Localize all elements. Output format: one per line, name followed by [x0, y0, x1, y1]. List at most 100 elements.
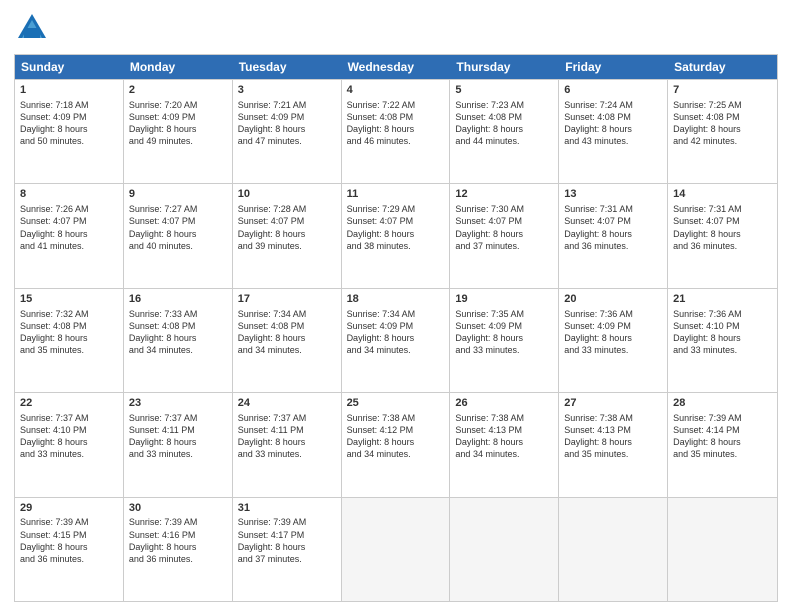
daylight-minutes-18: and 34 minutes.	[347, 344, 445, 356]
calendar-cell-4: 4Sunrise: 7:22 AMSunset: 4:08 PMDaylight…	[342, 80, 451, 183]
daylight-label-6: Daylight: 8 hours	[564, 123, 662, 135]
sunrise-28: Sunrise: 7:39 AM	[673, 412, 772, 424]
calendar-cell-2: 2Sunrise: 7:20 AMSunset: 4:09 PMDaylight…	[124, 80, 233, 183]
calendar-row-2: 15Sunrise: 7:32 AMSunset: 4:08 PMDayligh…	[15, 288, 777, 392]
calendar-cell-18: 18Sunrise: 7:34 AMSunset: 4:09 PMDayligh…	[342, 289, 451, 392]
day-number-30: 30	[129, 501, 227, 516]
calendar-cell-30: 30Sunrise: 7:39 AMSunset: 4:16 PMDayligh…	[124, 498, 233, 601]
sunset-4: Sunset: 4:08 PM	[347, 111, 445, 123]
sunset-18: Sunset: 4:09 PM	[347, 320, 445, 332]
daylight-minutes-14: and 36 minutes.	[673, 240, 772, 252]
daylight-label-11: Daylight: 8 hours	[347, 228, 445, 240]
daylight-label-1: Daylight: 8 hours	[20, 123, 118, 135]
sunset-6: Sunset: 4:08 PM	[564, 111, 662, 123]
day-number-25: 25	[347, 396, 445, 411]
daylight-minutes-29: and 36 minutes.	[20, 553, 118, 565]
daylight-minutes-5: and 44 minutes.	[455, 135, 553, 147]
daylight-minutes-10: and 39 minutes.	[238, 240, 336, 252]
daylight-minutes-23: and 33 minutes.	[129, 448, 227, 460]
daylight-label-26: Daylight: 8 hours	[455, 436, 553, 448]
daylight-minutes-24: and 33 minutes.	[238, 448, 336, 460]
calendar-body: 1Sunrise: 7:18 AMSunset: 4:09 PMDaylight…	[15, 79, 777, 601]
sunrise-26: Sunrise: 7:38 AM	[455, 412, 553, 424]
daylight-label-3: Daylight: 8 hours	[238, 123, 336, 135]
daylight-minutes-28: and 35 minutes.	[673, 448, 772, 460]
header-day-friday: Friday	[559, 55, 668, 79]
daylight-minutes-19: and 33 minutes.	[455, 344, 553, 356]
day-number-19: 19	[455, 292, 553, 307]
sunrise-7: Sunrise: 7:25 AM	[673, 99, 772, 111]
daylight-label-7: Daylight: 8 hours	[673, 123, 772, 135]
daylight-minutes-4: and 46 minutes.	[347, 135, 445, 147]
daylight-minutes-8: and 41 minutes.	[20, 240, 118, 252]
sunrise-18: Sunrise: 7:34 AM	[347, 308, 445, 320]
sunset-5: Sunset: 4:08 PM	[455, 111, 553, 123]
header-day-tuesday: Tuesday	[233, 55, 342, 79]
daylight-minutes-9: and 40 minutes.	[129, 240, 227, 252]
daylight-minutes-6: and 43 minutes.	[564, 135, 662, 147]
sunset-1: Sunset: 4:09 PM	[20, 111, 118, 123]
sunrise-24: Sunrise: 7:37 AM	[238, 412, 336, 424]
daylight-minutes-13: and 36 minutes.	[564, 240, 662, 252]
calendar-row-4: 29Sunrise: 7:39 AMSunset: 4:15 PMDayligh…	[15, 497, 777, 601]
daylight-label-19: Daylight: 8 hours	[455, 332, 553, 344]
daylight-label-28: Daylight: 8 hours	[673, 436, 772, 448]
logo	[14, 10, 56, 46]
sunset-24: Sunset: 4:11 PM	[238, 424, 336, 436]
sunset-7: Sunset: 4:08 PM	[673, 111, 772, 123]
calendar-header: SundayMondayTuesdayWednesdayThursdayFrid…	[15, 55, 777, 79]
sunrise-11: Sunrise: 7:29 AM	[347, 203, 445, 215]
daylight-minutes-30: and 36 minutes.	[129, 553, 227, 565]
sunset-29: Sunset: 4:15 PM	[20, 529, 118, 541]
daylight-label-10: Daylight: 8 hours	[238, 228, 336, 240]
day-number-7: 7	[673, 83, 772, 98]
daylight-label-21: Daylight: 8 hours	[673, 332, 772, 344]
daylight-label-12: Daylight: 8 hours	[455, 228, 553, 240]
calendar-row-1: 8Sunrise: 7:26 AMSunset: 4:07 PMDaylight…	[15, 183, 777, 287]
header-day-thursday: Thursday	[450, 55, 559, 79]
day-number-1: 1	[20, 83, 118, 98]
daylight-minutes-12: and 37 minutes.	[455, 240, 553, 252]
day-number-16: 16	[129, 292, 227, 307]
daylight-minutes-21: and 33 minutes.	[673, 344, 772, 356]
day-number-9: 9	[129, 187, 227, 202]
sunset-28: Sunset: 4:14 PM	[673, 424, 772, 436]
logo-icon	[14, 10, 50, 46]
day-number-17: 17	[238, 292, 336, 307]
sunset-21: Sunset: 4:10 PM	[673, 320, 772, 332]
day-number-6: 6	[564, 83, 662, 98]
sunrise-30: Sunrise: 7:39 AM	[129, 516, 227, 528]
calendar-cell-empty-4-5	[559, 498, 668, 601]
sunrise-13: Sunrise: 7:31 AM	[564, 203, 662, 215]
daylight-label-18: Daylight: 8 hours	[347, 332, 445, 344]
day-number-11: 11	[347, 187, 445, 202]
day-number-3: 3	[238, 83, 336, 98]
sunrise-31: Sunrise: 7:39 AM	[238, 516, 336, 528]
sunset-16: Sunset: 4:08 PM	[129, 320, 227, 332]
calendar-row-3: 22Sunrise: 7:37 AMSunset: 4:10 PMDayligh…	[15, 392, 777, 496]
day-number-14: 14	[673, 187, 772, 202]
sunrise-2: Sunrise: 7:20 AM	[129, 99, 227, 111]
day-number-8: 8	[20, 187, 118, 202]
sunrise-19: Sunrise: 7:35 AM	[455, 308, 553, 320]
sunrise-27: Sunrise: 7:38 AM	[564, 412, 662, 424]
sunset-14: Sunset: 4:07 PM	[673, 215, 772, 227]
sunset-2: Sunset: 4:09 PM	[129, 111, 227, 123]
daylight-minutes-20: and 33 minutes.	[564, 344, 662, 356]
day-number-13: 13	[564, 187, 662, 202]
sunset-22: Sunset: 4:10 PM	[20, 424, 118, 436]
sunset-12: Sunset: 4:07 PM	[455, 215, 553, 227]
sunrise-23: Sunrise: 7:37 AM	[129, 412, 227, 424]
sunset-10: Sunset: 4:07 PM	[238, 215, 336, 227]
day-number-20: 20	[564, 292, 662, 307]
sunrise-3: Sunrise: 7:21 AM	[238, 99, 336, 111]
calendar-cell-9: 9Sunrise: 7:27 AMSunset: 4:07 PMDaylight…	[124, 184, 233, 287]
daylight-minutes-3: and 47 minutes.	[238, 135, 336, 147]
calendar-cell-27: 27Sunrise: 7:38 AMSunset: 4:13 PMDayligh…	[559, 393, 668, 496]
calendar-cell-15: 15Sunrise: 7:32 AMSunset: 4:08 PMDayligh…	[15, 289, 124, 392]
daylight-label-20: Daylight: 8 hours	[564, 332, 662, 344]
sunrise-8: Sunrise: 7:26 AM	[20, 203, 118, 215]
calendar-row-0: 1Sunrise: 7:18 AMSunset: 4:09 PMDaylight…	[15, 79, 777, 183]
sunset-19: Sunset: 4:09 PM	[455, 320, 553, 332]
calendar-cell-14: 14Sunrise: 7:31 AMSunset: 4:07 PMDayligh…	[668, 184, 777, 287]
